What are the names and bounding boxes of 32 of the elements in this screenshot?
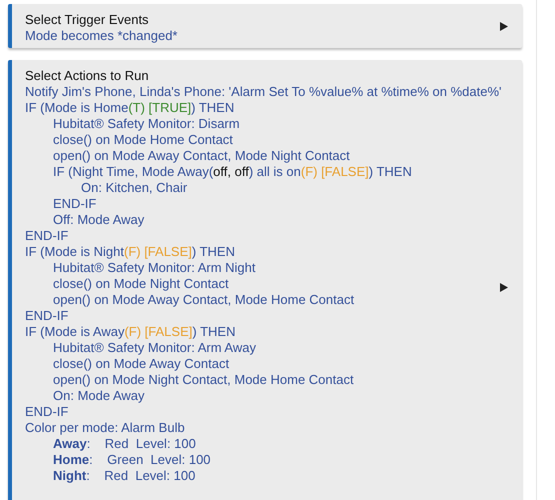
rule-line: Away: Red Level: 100 — [53, 436, 196, 451]
rule-line: Hubitat® Safety Monitor: Disarm — [53, 116, 240, 131]
rule-line: IF (Night Time, Mode Away(off, off) all is on(F) [FALSE]) THEN — [53, 164, 412, 179]
rule-line: Color per mode: Alarm Bulb — [25, 420, 185, 435]
rule-line: IF (Mode is Away(F) [FALSE]) THEN — [25, 324, 236, 339]
rule-line: IF (Mode is Night(F) [FALSE]) THEN — [25, 244, 235, 259]
rule-line: close() on Mode Away Contact — [53, 356, 230, 371]
rule-line: close() on Mode Home Contact — [53, 132, 233, 147]
rule-line: Night: Red Level: 100 — [53, 468, 196, 483]
rule-line: On: Kitchen, Chair — [81, 180, 188, 195]
rule-line: Off: Mode Away — [53, 212, 144, 227]
section-card[interactable]: Select Trigger Events Mode becomes *changed* — [8, 4, 522, 48]
rule-line: open() on Mode Night Contact, Mode Home Contact — [53, 372, 354, 387]
rule-line: open() on Mode Away Contact, Mode Night Contact — [53, 148, 350, 163]
rule-line: open() on Mode Away Contact, Mode Home Contact — [53, 292, 354, 307]
rule-line: Hubitat® Safety Monitor: Arm Night — [53, 260, 256, 275]
rule-line: END-IF — [53, 196, 96, 211]
expand-arrow-icon — [500, 22, 508, 31]
rule-line: Notify Jim's Phone, Linda's Phone: 'Alarm Set To %value% at %time% on %date%' — [25, 84, 502, 99]
rule-line: END-IF — [25, 228, 68, 243]
rule-line: close() on Mode Night Contact — [53, 276, 229, 291]
rule-line: On: Mode Away — [53, 388, 145, 403]
rule-line: Mode becomes *changed* — [25, 28, 178, 43]
rule-line: END-IF — [25, 404, 68, 419]
rule-line: Hubitat® Safety Monitor: Arm Away — [53, 340, 256, 355]
expand-arrow-icon — [500, 283, 508, 292]
section-card[interactable] — [8, 60, 522, 500]
rule-line: IF (Mode is Home(T) [TRUE]) THEN — [25, 100, 234, 115]
section-title: Select Actions to Run — [25, 68, 149, 84]
section-title: Select Trigger Events — [25, 12, 149, 28]
rule-line: END-IF — [25, 308, 68, 323]
rule-line: Home: Green Level: 100 — [53, 452, 211, 467]
